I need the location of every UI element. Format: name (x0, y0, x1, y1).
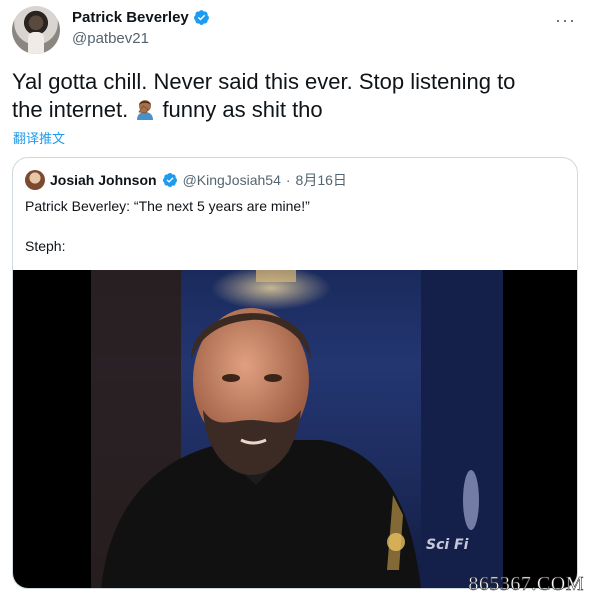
watermark: 865367.COM (468, 573, 584, 596)
translate-tweet-link[interactable]: 翻译推文 (13, 128, 65, 147)
quoted-author-name[interactable]: Josiah Johnson (50, 172, 157, 188)
tweet-text-line1: Yal gotta chill. Never said this ever. S… (12, 69, 516, 94)
quoted-verified-badge-icon (162, 173, 177, 187)
quoted-tweet-date[interactable]: 8月16日 (296, 170, 347, 190)
quoted-author-avatar[interactable] (25, 170, 45, 190)
quoted-text-line2: Steph: (25, 238, 66, 254)
more-options-icon[interactable]: ··· (555, 10, 576, 31)
quoted-tweet-card[interactable]: Josiah Johnson @KingJosiah54 · 8月16日 Pat… (12, 157, 578, 589)
quoted-author-handle[interactable]: @KingJosiah54 (183, 172, 281, 188)
video-player[interactable]: Sci Fi (13, 270, 577, 588)
author-handle[interactable]: @patbev21 (72, 30, 210, 47)
quoted-tweet-body: Patrick Beverley: “The next 5 years are … (25, 196, 310, 256)
tweet-text-line2a: the internet. (12, 97, 129, 122)
verified-badge-icon (193, 10, 209, 25)
quoted-text-line1: Patrick Beverley: “The next 5 years are … (25, 198, 310, 214)
tweet-text-line2b: funny as shit tho (162, 97, 323, 122)
man-facepalming-emoji-icon (137, 100, 154, 120)
author-display-name[interactable]: Patrick Beverley (72, 9, 189, 26)
tweet-text: Yal gotta chill. Never said this ever. S… (12, 68, 582, 124)
author-avatar[interactable] (12, 6, 60, 54)
quoted-tweet-header: Josiah Johnson @KingJosiah54 · 8月16日 (25, 170, 347, 190)
meta-separator: · (285, 172, 291, 188)
channel-logo: Sci Fi (426, 537, 469, 553)
author-block: Patrick Beverley @patbev21 (72, 9, 210, 47)
video-frame: Sci Fi (91, 270, 503, 588)
